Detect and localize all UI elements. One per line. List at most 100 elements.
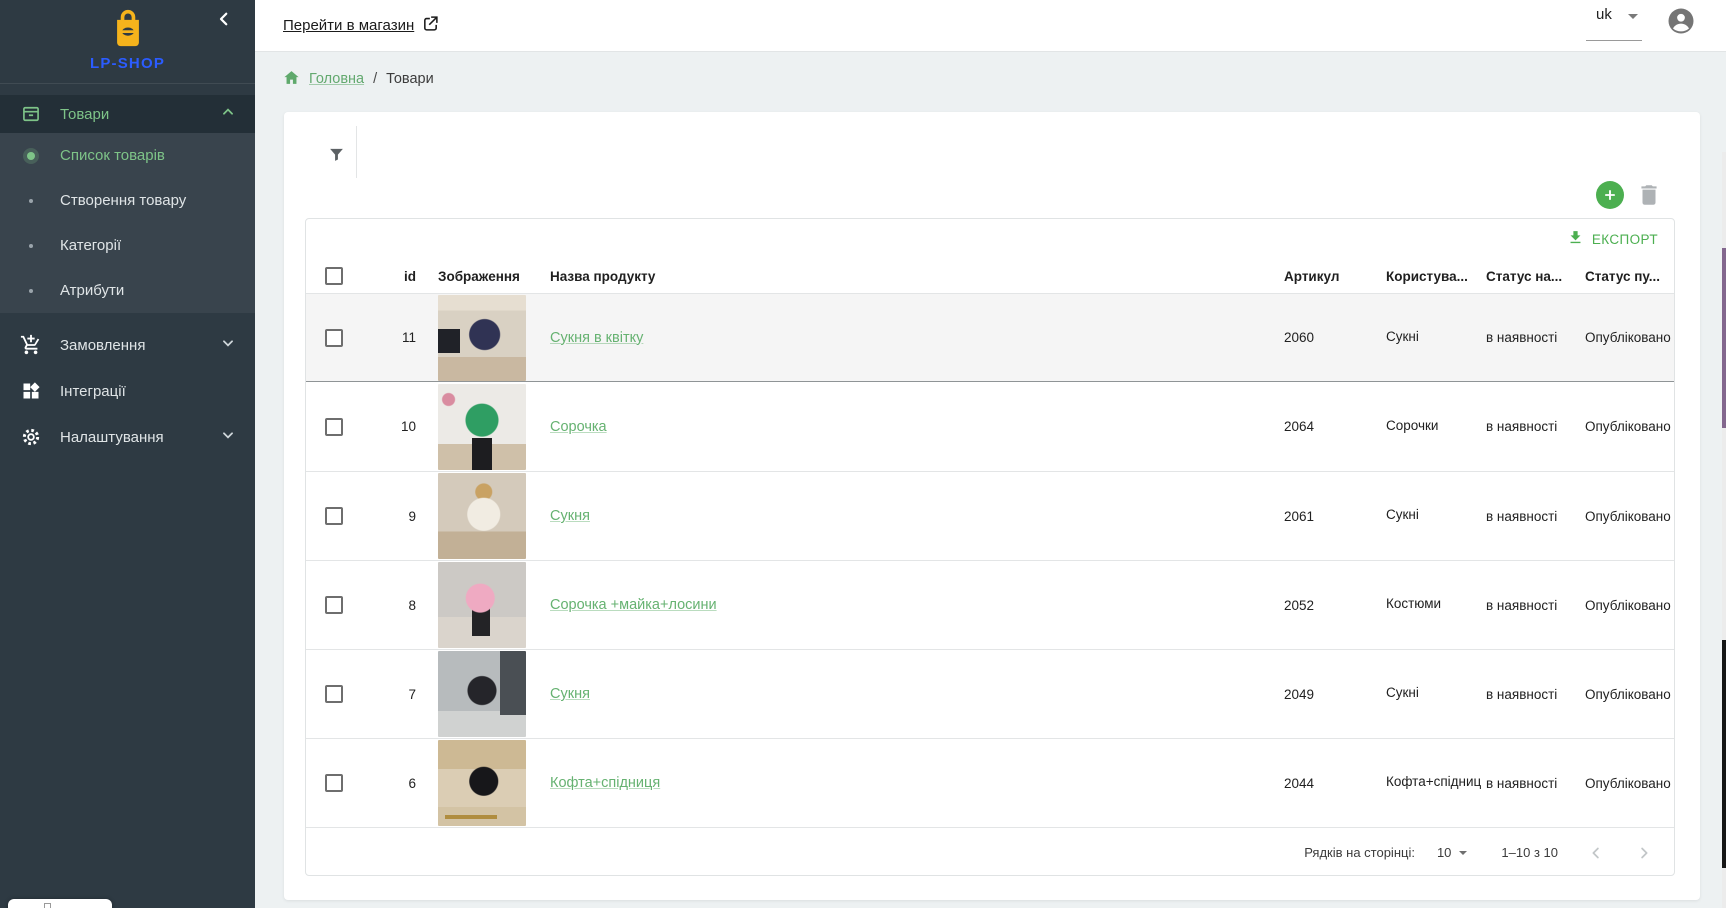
sidebar-item-products[interactable]: Товари bbox=[0, 95, 255, 133]
column-header-name[interactable]: Назва продукту bbox=[548, 269, 1246, 284]
select-all-checkbox[interactable] bbox=[325, 267, 343, 285]
gear-icon bbox=[20, 427, 42, 447]
table-row[interactable]: 8 Сорочка +майка+лосини 2052 Костюми в н… bbox=[306, 560, 1674, 649]
cell-publication: Опубліковано bbox=[1568, 776, 1674, 791]
row-checkbox[interactable] bbox=[325, 329, 343, 347]
row-checkbox[interactable] bbox=[325, 418, 343, 436]
export-button[interactable]: ЕКСПОРТ bbox=[1567, 229, 1658, 249]
go-to-store-label: Перейти в магазин bbox=[283, 17, 414, 34]
sidebar-item-integrations[interactable]: Інтеграції bbox=[0, 368, 255, 414]
plus-icon bbox=[1603, 188, 1617, 202]
delete-button[interactable] bbox=[1636, 182, 1662, 208]
sidebar-item-label: Створення товару bbox=[60, 192, 186, 209]
cell-category: Сукні bbox=[1368, 329, 1468, 347]
breadcrumb-home-link[interactable]: Головна bbox=[309, 71, 364, 87]
download-icon bbox=[1567, 229, 1584, 249]
breadcrumb: Головна / Товари bbox=[283, 64, 434, 94]
cell-availability: в наявності bbox=[1468, 598, 1568, 613]
product-image bbox=[438, 651, 526, 737]
row-checkbox[interactable] bbox=[325, 685, 343, 703]
cell-availability: в наявності bbox=[1468, 776, 1568, 791]
chevron-down-icon bbox=[221, 336, 235, 354]
product-image bbox=[438, 562, 526, 648]
rows-per-page-value: 10 bbox=[1437, 845, 1451, 860]
product-link[interactable]: Сорочка bbox=[550, 419, 607, 435]
product-link[interactable]: Сукня в квітку bbox=[550, 330, 643, 346]
product-link[interactable]: Сукня bbox=[550, 686, 590, 702]
column-header-publication[interactable]: Статус пу... bbox=[1568, 269, 1674, 284]
previous-page-button[interactable] bbox=[1586, 843, 1606, 863]
column-header-id[interactable]: id bbox=[404, 269, 416, 284]
filter-divider bbox=[356, 126, 357, 178]
row-checkbox[interactable] bbox=[325, 507, 343, 525]
column-header-sku[interactable]: Артикул bbox=[1246, 269, 1368, 284]
admin-page: LP-SHOP Товари Список товарів Створення … bbox=[0, 0, 1726, 908]
table-row[interactable]: 10 Сорочка 2064 Сорочки в наявності Опуб… bbox=[306, 382, 1674, 471]
cell-sku: 2064 bbox=[1246, 419, 1368, 434]
column-header-category[interactable]: Користува... bbox=[1368, 269, 1468, 284]
cell-publication: Опубліковано bbox=[1568, 598, 1674, 613]
chevron-up-icon bbox=[221, 105, 235, 123]
column-header-availability[interactable]: Статус на... bbox=[1468, 269, 1568, 284]
cell-id: 11 bbox=[402, 330, 416, 345]
filter-button[interactable] bbox=[319, 140, 353, 174]
table-row[interactable]: 7 Сукня 2049 Сукні в наявності Опубліков… bbox=[306, 649, 1674, 738]
sidebar: LP-SHOP Товари Список товарів Створення … bbox=[0, 0, 255, 908]
table-header-row: id Зображення Назва продукту Артикул Кор… bbox=[306, 259, 1674, 293]
table-row[interactable]: 9 Сукня 2061 Сукні в наявності Опубліков… bbox=[306, 471, 1674, 560]
products-submenu: Список товарів Створення товару Категорі… bbox=[0, 133, 255, 313]
rows-per-page-select[interactable]: 10 bbox=[1437, 845, 1467, 860]
avatar-icon bbox=[1666, 23, 1696, 40]
sidebar-item-label: Атрибути bbox=[60, 282, 124, 299]
cell-id: 9 bbox=[408, 509, 416, 524]
topbar: Перейти в магазин uk bbox=[255, 0, 1726, 52]
select-caret-icon bbox=[1628, 14, 1638, 19]
sidebar-item-orders[interactable]: Замовлення bbox=[0, 322, 255, 368]
cart-plus-icon bbox=[20, 334, 42, 356]
sidebar-item-label: Категорії bbox=[60, 237, 121, 254]
product-link[interactable]: Кофта+спідниця bbox=[550, 775, 660, 791]
sidebar-item-create-product[interactable]: Створення товару bbox=[0, 178, 255, 223]
product-link[interactable]: Сукня bbox=[550, 508, 590, 524]
screen-edge-strip bbox=[1722, 248, 1726, 428]
export-label: ЕКСПОРТ bbox=[1592, 232, 1658, 247]
add-product-button[interactable] bbox=[1596, 181, 1624, 209]
language-select[interactable]: uk bbox=[1586, 6, 1642, 24]
product-image bbox=[438, 473, 526, 559]
language-value: uk bbox=[1586, 6, 1612, 23]
next-page-button[interactable] bbox=[1634, 843, 1654, 863]
sidebar-item-settings[interactable]: Налаштування bbox=[0, 414, 255, 460]
cell-id: 8 bbox=[408, 598, 416, 613]
column-header-image: Зображення bbox=[416, 269, 548, 284]
screen-edge-strip bbox=[1722, 640, 1726, 868]
cell-sku: 2061 bbox=[1246, 509, 1368, 524]
cell-sku: 2044 bbox=[1246, 776, 1368, 791]
home-icon bbox=[283, 69, 300, 90]
select-caret-icon bbox=[1459, 851, 1467, 855]
status-popup bbox=[8, 899, 112, 908]
cell-category: Сукні bbox=[1368, 507, 1468, 525]
cell-publication: Опубліковано bbox=[1568, 687, 1674, 702]
cell-category: Сукні bbox=[1368, 685, 1468, 703]
product-image bbox=[438, 295, 526, 381]
cell-publication: Опубліковано bbox=[1568, 509, 1674, 524]
sidebar-collapse-button[interactable] bbox=[211, 8, 237, 34]
row-checkbox[interactable] bbox=[325, 596, 343, 614]
select-underline bbox=[1586, 40, 1642, 41]
sidebar-item-product-list[interactable]: Список товарів bbox=[0, 133, 255, 178]
cell-availability: в наявності bbox=[1468, 509, 1568, 524]
table-row[interactable]: 6 Кофта+спідниця 2044 Кофта+спідниц в на… bbox=[306, 738, 1674, 827]
go-to-store-link[interactable]: Перейти в магазин bbox=[283, 15, 439, 37]
sidebar-item-label: Список товарів bbox=[60, 147, 165, 164]
status-popup-icon bbox=[44, 903, 51, 908]
chevron-left-icon bbox=[215, 10, 233, 33]
account-button[interactable] bbox=[1666, 6, 1696, 36]
cell-sku: 2052 bbox=[1246, 598, 1368, 613]
sidebar-item-categories[interactable]: Категорії bbox=[0, 223, 255, 268]
table-row[interactable]: 11 Сукня в квітку 2060 Сукні в наявності… bbox=[306, 293, 1674, 382]
row-checkbox[interactable] bbox=[325, 774, 343, 792]
sidebar-item-attributes[interactable]: Атрибути bbox=[0, 268, 255, 313]
cell-id: 10 bbox=[401, 419, 416, 434]
cell-publication: Опубліковано bbox=[1568, 330, 1674, 345]
product-link[interactable]: Сорочка +майка+лосини bbox=[550, 597, 717, 613]
